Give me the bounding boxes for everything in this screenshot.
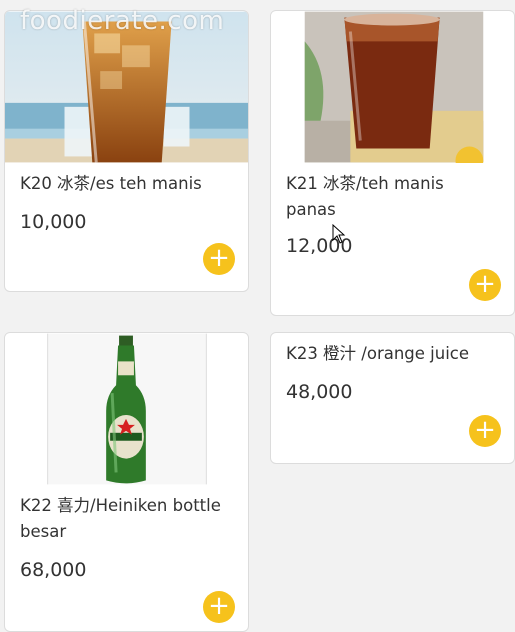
heineken-bottle-image xyxy=(5,333,248,485)
plus-icon: + xyxy=(474,415,496,445)
item-name: K20 冰茶/es teh manis xyxy=(20,174,202,193)
watermark: foodierate.com xyxy=(20,6,225,36)
plus-icon: + xyxy=(208,591,230,621)
mouse-cursor-icon xyxy=(332,224,346,244)
plus-icon: + xyxy=(208,243,230,273)
menu-item-card-k22[interactable]: K22 喜力/Heiniken bottle besar 68,000 + xyxy=(4,332,249,632)
item-name: K23 橙汁 /orange juice xyxy=(286,344,470,363)
item-price: 68,000 xyxy=(20,559,87,581)
item-name: K21 冰茶/teh manis panas xyxy=(286,174,444,219)
item-name: K22 喜力/Heiniken bottle besar xyxy=(20,496,221,541)
add-to-cart-button[interactable]: + xyxy=(469,269,501,301)
item-price: 10,000 xyxy=(20,211,87,233)
menu-item-card-k23[interactable]: K23 橙汁 /orange juice 48,000 + xyxy=(270,332,515,464)
menu-item-card-k21[interactable]: K21 冰茶/teh manis panas 12,000 + xyxy=(270,10,515,316)
add-to-cart-button[interactable]: + xyxy=(203,591,235,623)
plus-icon: + xyxy=(474,269,496,299)
add-to-cart-button[interactable]: + xyxy=(203,243,235,275)
hot-tea-image xyxy=(271,11,514,163)
add-to-cart-button[interactable]: + xyxy=(469,415,501,447)
menu-item-card-k20[interactable]: K20 冰茶/es teh manis 10,000 + xyxy=(4,10,249,292)
item-price: 48,000 xyxy=(286,381,353,403)
